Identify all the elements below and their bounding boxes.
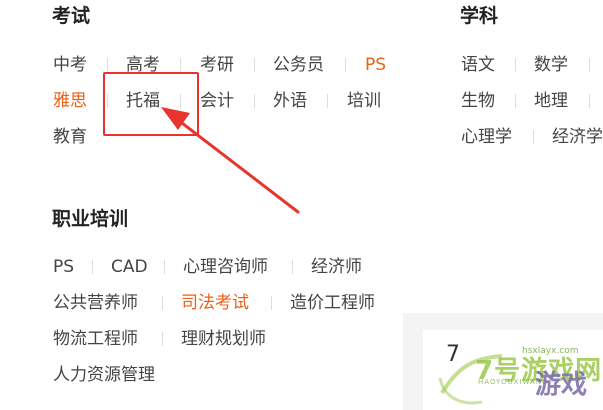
annotation-arrow-icon (161, 107, 300, 214)
